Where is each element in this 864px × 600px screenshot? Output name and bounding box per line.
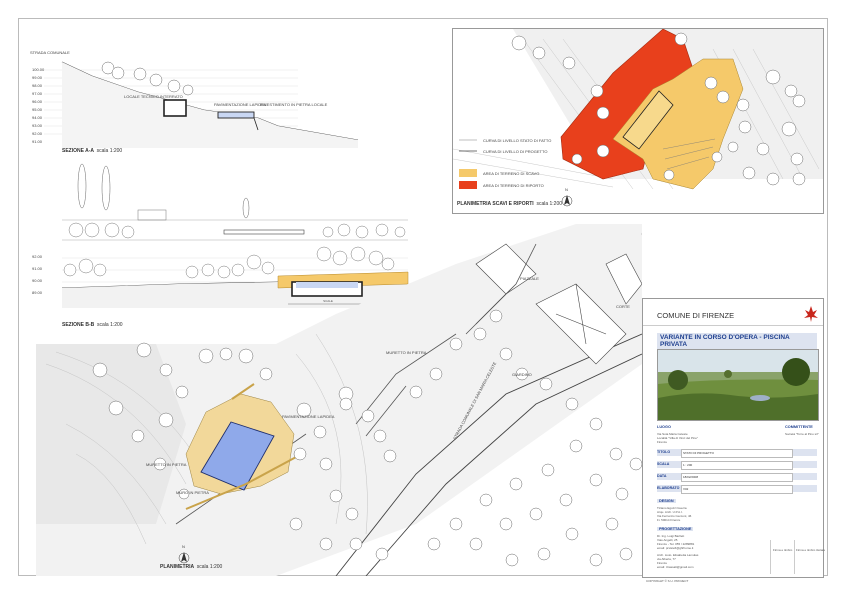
- legend-item-excavation: AREA DI TERRENO DI SCAVO: [483, 171, 540, 176]
- label-muretto-pietra: MURETTO IN PIETRA: [146, 462, 187, 467]
- level-label: 96.00: [32, 99, 43, 104]
- label-strada-comunale: STRADA COMUNALE: [30, 50, 70, 55]
- title-block: COMUNE DI FIRENZE VARIANTE IN CORSO D'OP…: [642, 298, 824, 578]
- section-aa-title: SEZIONE A-A scala 1:200: [62, 148, 122, 154]
- field-row-drawing-number: ELABORATO V02: [657, 485, 817, 494]
- field-value: 1 : 200: [683, 462, 693, 467]
- level-label: 97.00: [32, 91, 43, 96]
- field-label: DATA: [657, 474, 667, 478]
- legend-item-project-contour: CURVA DI LIVELLO DI PROGETTO: [483, 149, 548, 154]
- field-label: TITOLO: [657, 450, 671, 454]
- location-line: Firenze: [657, 440, 668, 444]
- site-plan-title: PLANIMETRIA scala 1:200: [160, 564, 222, 570]
- section-aa-name: SEZIONE A-A: [62, 148, 94, 154]
- site-plan-scale: scala 1:200: [196, 564, 223, 570]
- field-value: 18/02/2008: [683, 474, 699, 479]
- field-box: [681, 485, 793, 494]
- municipality-name: COMUNE DI FIRENZE: [657, 311, 735, 320]
- design-label: DESIGN: [657, 499, 676, 503]
- site-plan: PAVIMENTAZIONE LAPIDEA MURETTO IN PIETRA…: [36, 224, 642, 576]
- signature-divider: [794, 540, 795, 574]
- excavation-plan-scale: scala 1:200: [536, 201, 563, 207]
- north-arrow-label: N: [565, 187, 568, 192]
- level-label: 100.00: [32, 67, 45, 72]
- field-label: ELABORATO: [657, 486, 680, 490]
- site-photo-image: [658, 350, 818, 420]
- level-label: 95.00: [32, 107, 43, 112]
- level-label: 99.00: [32, 75, 43, 80]
- signature-label: Firma e timbro: [773, 548, 793, 552]
- florence-lily-icon: [804, 306, 818, 322]
- design-line: Fi. 50014 Firenze: [657, 518, 681, 522]
- project-title: VARIANTE IN CORSO D'OPERA - PISCINA PRIV…: [657, 333, 817, 349]
- client-line: Società "Torre al Pino srl": [785, 432, 819, 436]
- excavation-plan-name: PLANIMETRIA SCAVI E RIPORTI: [457, 201, 534, 207]
- field-row-scale: SCALA 1 : 200: [657, 461, 817, 470]
- field-value: V02: [683, 486, 689, 491]
- copyright: COPYRIGHT © S.U. PROJECT: [646, 579, 689, 583]
- field-value: STATO DI PROGETTO: [683, 450, 714, 455]
- section-aa-drawing: [44, 61, 359, 148]
- signature-divider: [770, 540, 771, 574]
- location-label: LUOGO: [657, 425, 671, 429]
- north-arrow-label: N: [182, 544, 185, 549]
- label-pavimentazione-plan: PAVIMENTAZIONE LAPIDEA: [282, 414, 335, 419]
- legend-item-existing-contour: CURVA DI LIVELLO STATO DI FATTO: [483, 138, 552, 143]
- label-pavimentazione: PAVIMENTAZIONE LAPIDEA: [214, 102, 267, 107]
- excavation-plan-panel: CURVA DI LIVELLO STATO DI FATTO CURVA DI…: [452, 28, 824, 214]
- label-muretto-pietra-top: MURETTO IN PIETRA: [386, 350, 427, 355]
- level-label: 98.00: [32, 83, 43, 88]
- site-plan-name: PLANIMETRIA: [160, 564, 194, 570]
- level-label: 91.00: [32, 139, 43, 144]
- label-muro-pietra: MURO IN PIETRA: [176, 490, 209, 495]
- label-rivestimento: RIVESTIMENTO IN PIETRA LOCALE: [260, 102, 328, 107]
- signature-owner-label: Firma e timbro titolare: [796, 548, 826, 552]
- client-label: COMMITTENTE: [785, 425, 813, 429]
- excavation-plan-title: PLANIMETRIA SCAVI E RIPORTI scala 1:200: [457, 201, 562, 207]
- level-label: 92.00: [32, 131, 43, 136]
- level-label: 93.00: [32, 123, 43, 128]
- label-locale-tecnico: LOCALE TECNICO INTERRATO: [124, 94, 183, 99]
- design-team-line: email: prsisteft@gfirhome.it: [657, 546, 694, 550]
- label-piazzale: PIAZZALE: [520, 276, 539, 281]
- site-plan-drawing: [36, 224, 642, 576]
- section-aa: STRADA COMUNALE LOCALE TECNICO INTERRATO…: [28, 40, 428, 160]
- field-row-title: TITOLO STATO DI PROGETTO: [657, 449, 817, 458]
- legend-item-fill: AREA DI TERRENO DI RIPORTO: [483, 183, 544, 188]
- level-label: 94.00: [32, 115, 43, 120]
- section-aa-scale: scala 1:200: [96, 148, 123, 154]
- field-row-date: DATA 18/02/2008: [657, 473, 817, 482]
- field-label: SCALA: [657, 462, 670, 466]
- label-corte: CORTE: [616, 304, 630, 309]
- label-giardino: GIARDINO: [512, 372, 532, 377]
- collaborator-line: email: l.bassalt@gmail.com: [657, 565, 694, 569]
- field-box: [681, 461, 793, 470]
- site-photo: [657, 349, 819, 421]
- design-team-label: PROGETTAZIONE: [657, 527, 694, 531]
